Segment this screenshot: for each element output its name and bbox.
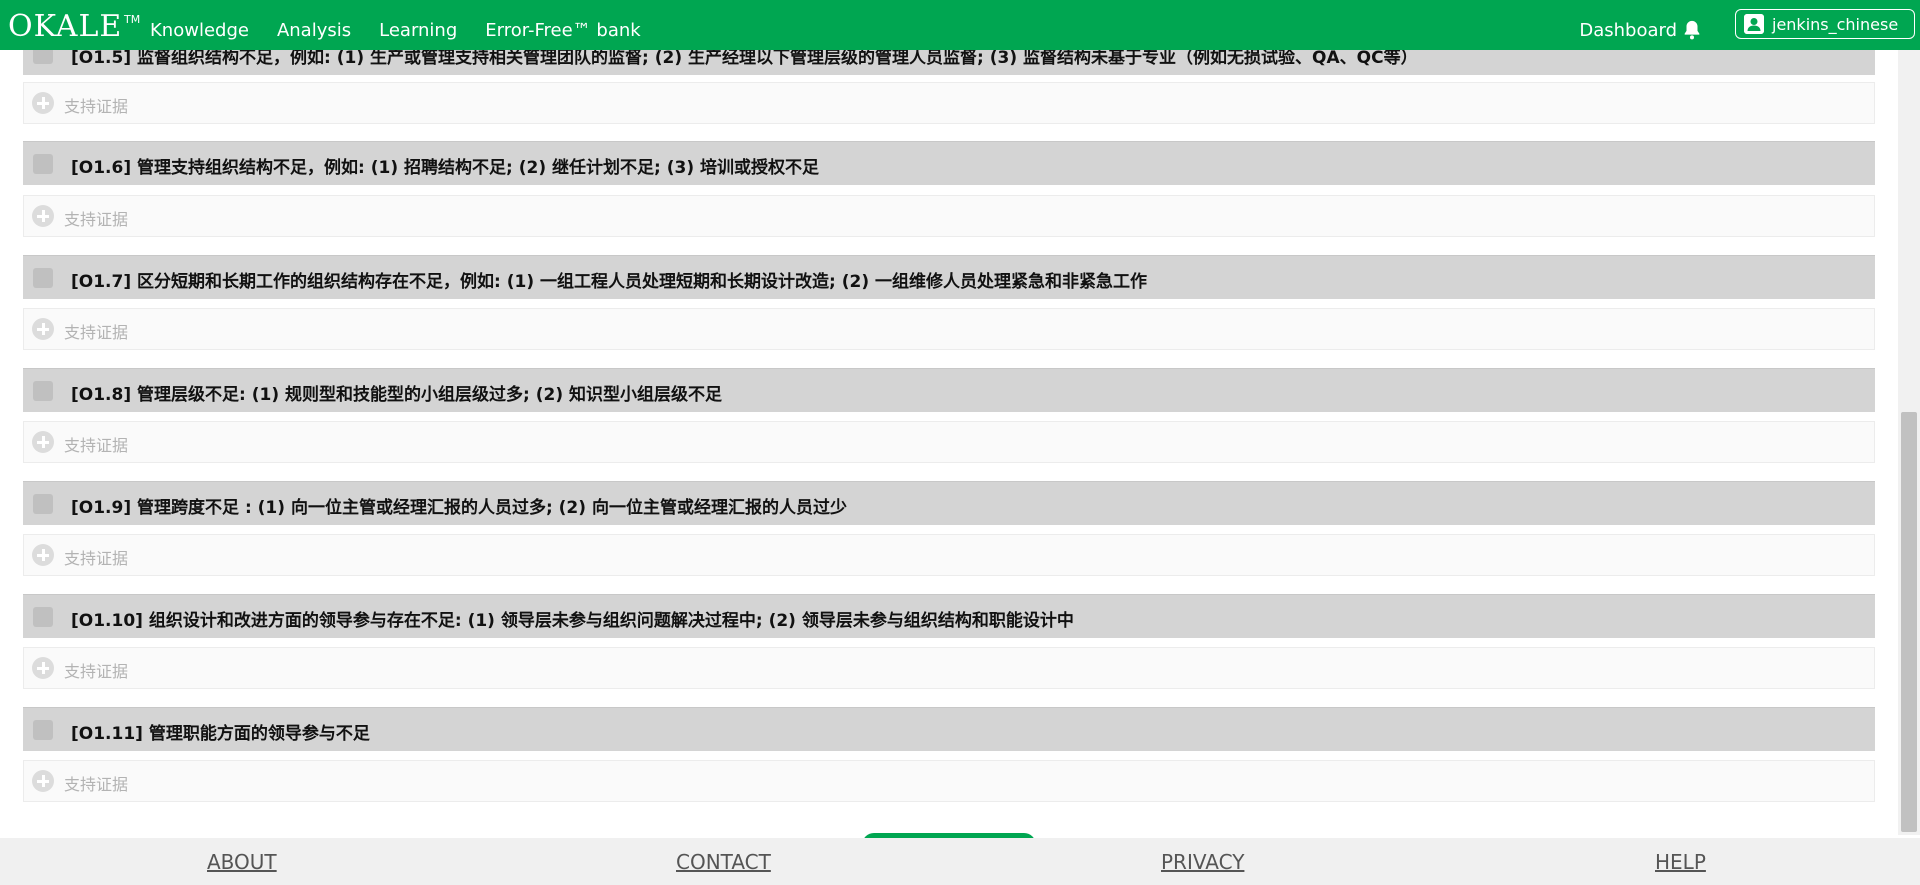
supporting-evidence-o1-7[interactable]: 支持证据: [23, 308, 1875, 350]
item-title: [O1.9] 管理跨度不足 : (1) 向一位主管或经理汇报的人员过多; (2)…: [71, 498, 847, 518]
add-icon[interactable]: [32, 205, 54, 227]
footer-contact-link[interactable]: CONTACT: [676, 850, 771, 874]
nav-learning[interactable]: Learning: [379, 20, 457, 41]
item-title: [O1.11] 管理职能方面的领导参与不足: [71, 724, 370, 744]
supporting-evidence-o1-6[interactable]: 支持证据: [23, 195, 1875, 237]
item-header-o1-9[interactable]: [O1.9] 管理跨度不足 : (1) 向一位主管或经理汇报的人员过多; (2)…: [23, 481, 1875, 525]
item-title: [O1.7] 区分短期和长期工作的组织结构存在不足，例如: (1) 一组工程人员…: [71, 272, 1148, 292]
dashboard-link[interactable]: Dashboard: [1579, 20, 1677, 41]
evidence-label: 支持证据: [64, 323, 129, 342]
footer-privacy-link[interactable]: PRIVACY: [1161, 850, 1244, 874]
item-header-o1-11[interactable]: [O1.11] 管理职能方面的领导参与不足: [23, 707, 1875, 751]
item-header-o1-6[interactable]: [O1.6] 管理支持组织结构不足，例如: (1) 招聘结构不足; (2) 继任…: [23, 141, 1875, 185]
checkbox[interactable]: [33, 154, 53, 174]
add-icon[interactable]: [32, 657, 54, 679]
logo[interactable]: OKALE TM: [8, 9, 140, 45]
checkbox[interactable]: [33, 607, 53, 627]
scrollbar-thumb[interactable]: [1901, 412, 1917, 832]
add-icon[interactable]: [32, 431, 54, 453]
evidence-label: 支持证据: [64, 97, 129, 116]
footer: ABOUT CONTACT PRIVACY HELP: [0, 838, 1920, 885]
supporting-evidence-o1-9[interactable]: 支持证据: [23, 534, 1875, 576]
item-title: [O1.6] 管理支持组织结构不足，例如: (1) 招聘结构不足; (2) 继任…: [71, 158, 820, 178]
item-header-o1-8[interactable]: [O1.8] 管理层级不足: (1) 规则型和技能型的小组层级过多; (2) 知…: [23, 368, 1875, 412]
add-icon[interactable]: [32, 318, 54, 340]
evidence-label: 支持证据: [64, 436, 129, 455]
supporting-evidence-o1-10[interactable]: 支持证据: [23, 647, 1875, 689]
evidence-label: 支持证据: [64, 210, 129, 229]
item-header-o1-7[interactable]: [O1.7] 区分短期和长期工作的组织结构存在不足，例如: (1) 一组工程人员…: [23, 255, 1875, 299]
user-menu-button[interactable]: jenkins_chinese: [1735, 9, 1915, 39]
evidence-label: 支持证据: [64, 549, 129, 568]
supporting-evidence-o1-5[interactable]: 支持证据: [23, 82, 1875, 124]
scrollbar[interactable]: [1898, 50, 1920, 835]
add-icon[interactable]: [32, 544, 54, 566]
footer-help-link[interactable]: HELP: [1655, 850, 1706, 874]
trademark: TM: [124, 13, 141, 26]
footer-about-link[interactable]: ABOUT: [207, 850, 277, 874]
supporting-evidence-o1-8[interactable]: 支持证据: [23, 421, 1875, 463]
nav-error-free-bank[interactable]: Error-Free™ bank: [485, 20, 640, 41]
add-icon[interactable]: [32, 92, 54, 114]
nav-analysis[interactable]: Analysis: [277, 20, 351, 41]
supporting-evidence-o1-11[interactable]: 支持证据: [23, 760, 1875, 802]
main-nav: Knowledge Analysis Learning Error-Free™ …: [150, 20, 669, 41]
checkbox[interactable]: [33, 720, 53, 740]
username: jenkins_chinese: [1772, 14, 1899, 34]
item-title: [O1.10] 组织设计和改进方面的领导参与存在不足: (1) 领导层未参与组织…: [71, 611, 1074, 631]
bell-icon[interactable]: [1681, 19, 1703, 41]
checkbox[interactable]: [33, 268, 53, 288]
evidence-label: 支持证据: [64, 775, 129, 794]
add-icon[interactable]: [32, 770, 54, 792]
item-header-o1-10[interactable]: [O1.10] 组织设计和改进方面的领导参与存在不足: (1) 领导层未参与组织…: [23, 594, 1875, 638]
evidence-label: 支持证据: [64, 662, 129, 681]
user-icon: [1744, 14, 1764, 34]
checkbox[interactable]: [33, 381, 53, 401]
logo-text: OKALE: [8, 9, 123, 44]
top-nav-bar: OKALE TM Knowledge Analysis Learning Err…: [0, 0, 1920, 50]
checkbox[interactable]: [33, 494, 53, 514]
nav-knowledge[interactable]: Knowledge: [150, 20, 249, 41]
item-title: [O1.8] 管理层级不足: (1) 规则型和技能型的小组层级过多; (2) 知…: [71, 385, 723, 405]
